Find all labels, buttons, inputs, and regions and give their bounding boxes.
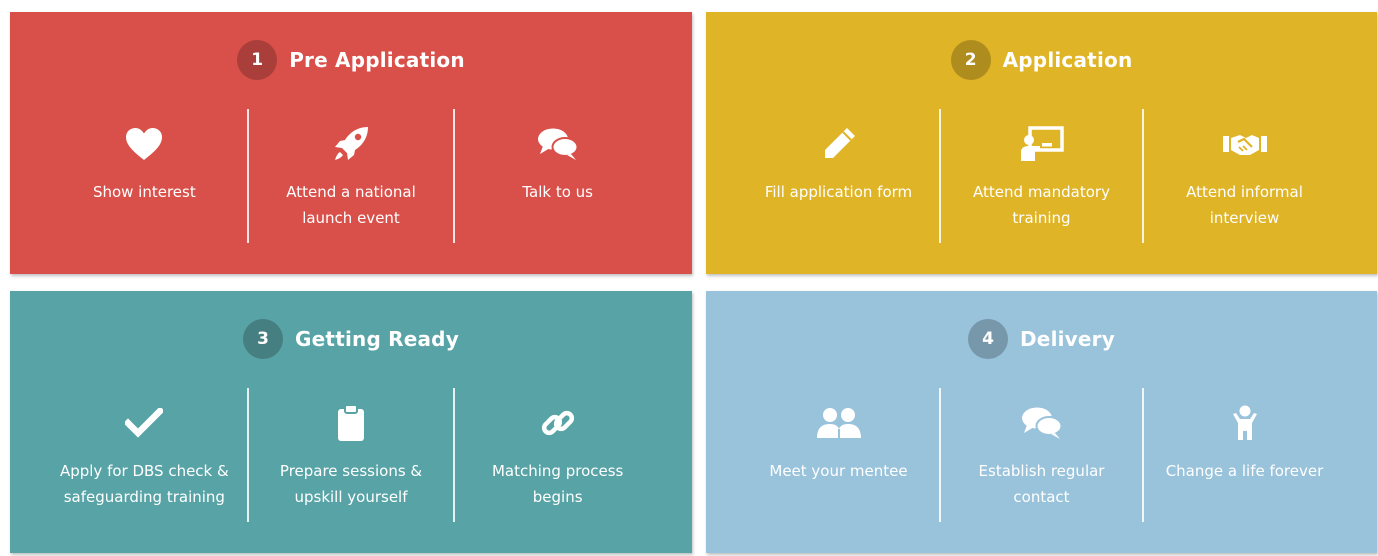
step-item: Show interest — [42, 109, 247, 243]
rocket-icon — [332, 125, 370, 163]
step-label: Talk to us — [522, 183, 593, 201]
clipboard-icon — [336, 404, 366, 442]
chat-bubbles-icon — [537, 125, 579, 163]
step-item: Matching process begins — [453, 388, 660, 522]
panel-title: Getting Ready — [295, 327, 459, 351]
people-icon — [816, 404, 862, 442]
step-item: Prepare sessions & upskill yourself — [246, 388, 454, 522]
step-item: Attend informal interview — [1142, 109, 1345, 243]
step-label: Attend mandatory training — [973, 183, 1110, 227]
panel-header: 4 Delivery — [706, 319, 1377, 359]
child-icon — [1230, 404, 1260, 442]
stage-panel-pre-application: 1 Pre Application Show interest Attend a… — [10, 12, 692, 274]
step-label: Show interest — [92, 183, 196, 201]
step-number-badge: 1 — [237, 40, 278, 80]
step-label: Prepare sessions & upskill yourself — [279, 462, 423, 506]
step-label: Apply for DBS check & safeguarding train… — [59, 462, 229, 506]
step-label: Attend a national launch event — [286, 183, 416, 227]
step-item: Talk to us — [453, 109, 660, 243]
stage-panel-delivery: 4 Delivery Meet your mentee Establish re… — [706, 291, 1377, 553]
panel-header: 3 Getting Ready — [10, 319, 692, 359]
step-number-badge: 4 — [968, 319, 1008, 359]
step-item: Establish regular contact — [939, 388, 1142, 522]
step-item: Attend mandatory training — [939, 109, 1142, 243]
panel-title: Pre Application — [289, 48, 465, 72]
panel-title: Delivery — [1020, 327, 1115, 351]
stage-panel-application: 2 Application Fill application form Atte… — [706, 12, 1377, 274]
step-item: Attend a national launch event — [246, 109, 454, 243]
step-label: Attend informal interview — [1186, 183, 1303, 227]
step-item: Change a life forever — [1142, 388, 1345, 522]
pencil-icon — [820, 125, 858, 163]
chat-bubbles-icon — [1021, 404, 1063, 442]
link-icon — [539, 404, 577, 442]
panel-title: Application — [1002, 48, 1133, 72]
step-item: Apply for DBS check & safeguarding train… — [42, 388, 247, 522]
heart-icon — [125, 125, 163, 163]
checkmark-icon — [125, 404, 164, 442]
presentation-icon — [1020, 125, 1064, 163]
panel-header: 1 Pre Application — [10, 40, 692, 80]
step-label: Matching process begins — [491, 462, 624, 506]
stage-panel-getting-ready: 3 Getting Ready Apply for DBS check & sa… — [10, 291, 692, 553]
step-label: Meet your mentee — [769, 462, 908, 480]
step-label: Establish regular contact — [978, 462, 1105, 506]
step-label: Fill application form — [764, 183, 913, 201]
step-label: Change a life forever — [1165, 462, 1324, 480]
handshake-icon — [1222, 125, 1268, 163]
step-number-badge: 3 — [243, 319, 284, 359]
step-item: Fill application form — [738, 109, 939, 243]
step-number-badge: 2 — [950, 40, 991, 80]
panel-header: 2 Application — [706, 40, 1377, 80]
step-item: Meet your mentee — [738, 388, 939, 522]
